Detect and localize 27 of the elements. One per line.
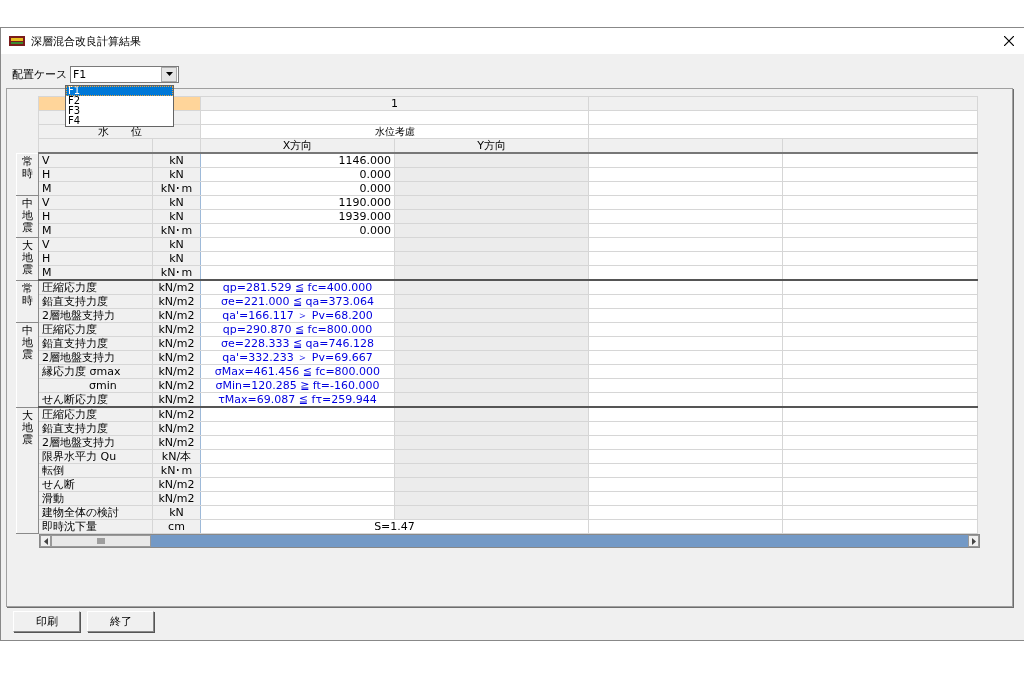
close-icon[interactable] [1004, 36, 1014, 46]
scroll-thumb[interactable] [51, 535, 151, 547]
action-button[interactable]: 印刷 [13, 611, 80, 632]
scroll-left-icon[interactable] [40, 535, 51, 547]
dropdown-option[interactable]: F4 [66, 116, 173, 126]
scroll-right-icon[interactable] [968, 535, 979, 547]
row-group-label: 常時 [16, 280, 39, 323]
app-icon [9, 35, 25, 47]
field-label: 配置ケース [12, 66, 67, 82]
action-button[interactable]: 終了 [87, 611, 154, 632]
unit-cell: kN/m2 [152, 280, 201, 295]
window-title: 深層混合改良計算結果 [31, 33, 142, 49]
dropdown-option[interactable]: F3 [66, 106, 173, 116]
row-group-label: 大地震 [16, 237, 39, 280]
horizontal-scrollbar[interactable] [39, 534, 980, 548]
table-cell: qp=281.529 ≦ fc=400.000 [200, 280, 395, 295]
unit-cell: kN/m2 [152, 407, 201, 422]
dropdown-option[interactable]: F2 [66, 96, 173, 106]
header-cell: 1 [200, 96, 589, 111]
row-group-label: 中地震 [16, 195, 39, 238]
row-label: 圧縮応力度 [38, 407, 153, 422]
row-label: 圧縮応力度 [38, 280, 153, 295]
caret-icon [165, 72, 173, 76]
row-group-label: 常時 [16, 153, 39, 196]
case-dropdown[interactable]: F1 [70, 65, 179, 83]
row-group-label: 中地震 [16, 322, 39, 407]
row-group-label: 大地震 [16, 407, 39, 534]
